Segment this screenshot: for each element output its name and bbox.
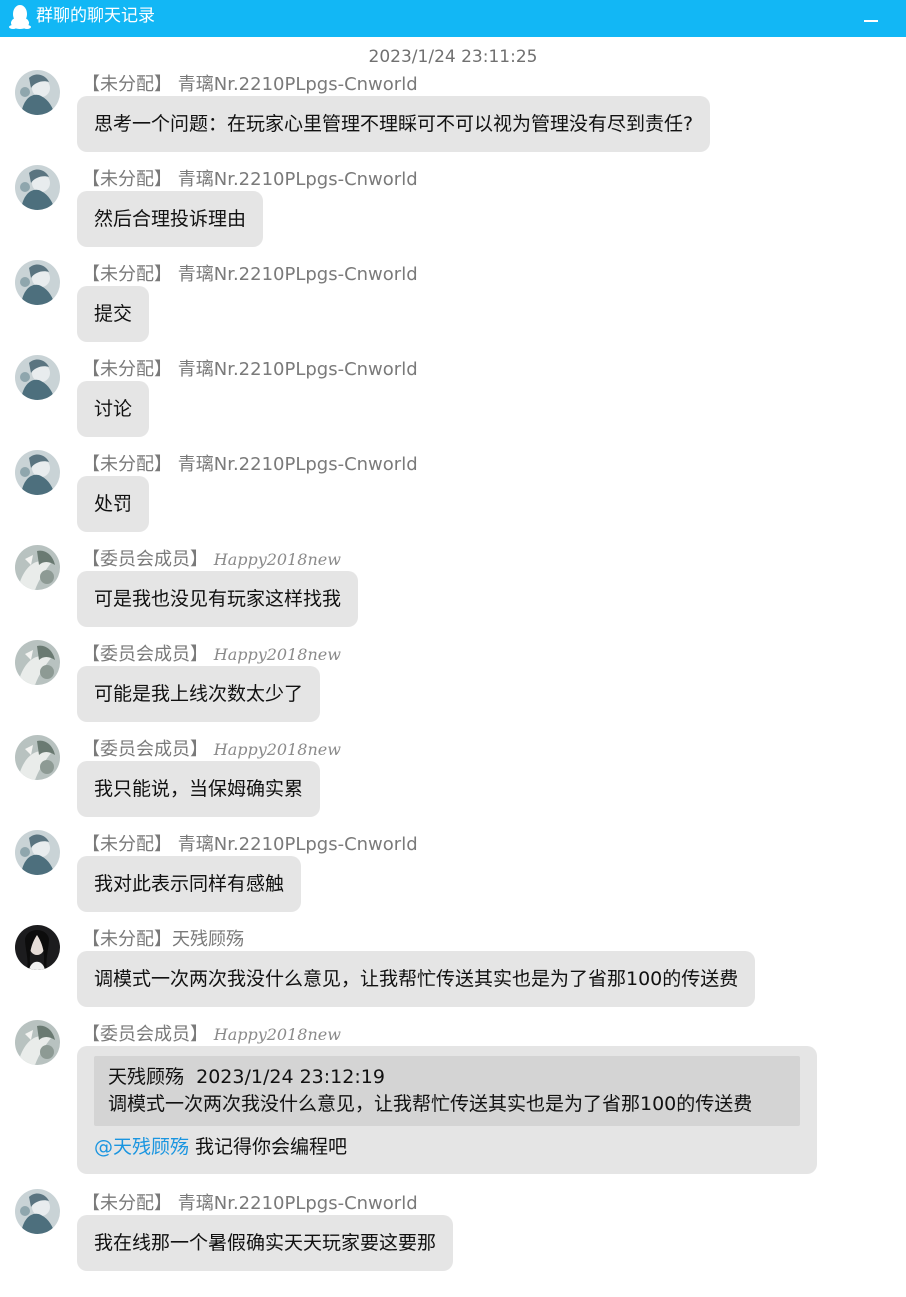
avatar[interactable] [15, 165, 60, 210]
qq-penguin-icon [9, 5, 31, 29]
sender-line: 【未分配】 青璃Nr.2210PLpgs-Cnworld [82, 1193, 418, 1215]
sender-line: 【未分配】 青璃Nr.2210PLpgs-Cnworld [82, 264, 418, 286]
avatar[interactable] [15, 70, 60, 115]
sender-line: 【未分配】 青璃Nr.2210PLpgs-Cnworld [82, 359, 418, 381]
message-bubble: 处罚 [77, 476, 150, 532]
reply-bubble: 天残顾殇 2023/1/24 23:12:19 调模式一次两次我没什么意见，让我… [77, 1046, 817, 1174]
sender-role: 【未分配】 [82, 169, 172, 190]
avatar[interactable] [15, 1189, 60, 1234]
avatar[interactable] [15, 1020, 60, 1065]
message-bubble: 思考一个问题：在玩家心里管理不理睬可不可以视为管理没有尽到责任? [77, 96, 711, 152]
sender-role: 【未分配】 [82, 834, 172, 855]
sender-name: 青璃Nr.2210PLpgs-Cnworld [177, 74, 418, 95]
sender-role: 【委员会成员】 [82, 1024, 208, 1045]
sender-line: 【未分配】 青璃Nr.2210PLpgs-Cnworld [82, 454, 418, 476]
sender-name: Happy2018new [213, 550, 341, 569]
avatar[interactable] [15, 260, 60, 305]
window-title: 群聊的聊天记录 [36, 6, 155, 26]
message-bubble: 我在线那一个暑假确实天天玩家要这要那 [77, 1215, 454, 1271]
sender-role: 【未分配】 [82, 454, 172, 475]
sender-line: 【委员会成员】 Happy2018new [82, 739, 341, 761]
sender-role: 【未分配】 [82, 359, 172, 380]
sender-name: Happy2018new [213, 1025, 341, 1044]
quote-header: 天残顾殇 2023/1/24 23:12:19 [108, 1064, 785, 1091]
sender-name: 青璃Nr.2210PLpgs-Cnworld [177, 834, 418, 855]
message-bubble: 讨论 [77, 381, 150, 437]
sender-name: Happy2018new [213, 740, 341, 759]
message-bubble: 可能是我上线次数太少了 [77, 666, 321, 722]
message-bubble: 我只能说，当保姆确实累 [77, 761, 321, 817]
quote-author: 天残顾殇 [108, 1066, 185, 1088]
reply-text-line: @天残顾殇 我记得你会编程吧 [94, 1134, 800, 1160]
sender-name: 青璃Nr.2210PLpgs-Cnworld [177, 169, 418, 190]
message-bubble: 可是我也没见有玩家这样找我 [77, 571, 359, 627]
sender-role: 【未分配】 [82, 74, 172, 95]
avatar[interactable] [15, 545, 60, 590]
sender-line: 【委员会成员】 Happy2018new [82, 549, 341, 571]
quoted-message[interactable]: 天残顾殇 2023/1/24 23:12:19 调模式一次两次我没什么意见，让我… [94, 1056, 800, 1126]
sender-name: Happy2018new [213, 645, 341, 664]
message-bubble: 然后合理投诉理由 [77, 191, 264, 247]
sender-role: 【未分配】 [82, 264, 172, 285]
sender-line: 【未分配】 青璃Nr.2210PLpgs-Cnworld [82, 834, 418, 856]
minimize-icon[interactable] [857, 10, 885, 30]
sender-name: 青璃Nr.2210PLpgs-Cnworld [177, 264, 418, 285]
sender-name: 天残顾殇 [172, 929, 244, 950]
chat-timestamp: 2023/1/24 23:11:25 [368, 47, 538, 67]
sender-line: 【委员会成员】 Happy2018new [82, 1024, 341, 1046]
sender-name: 青璃Nr.2210PLpgs-Cnworld [177, 1193, 418, 1214]
title-bar: 群聊的聊天记录 [0, 0, 906, 37]
sender-line: 【委员会成员】 Happy2018new [82, 644, 341, 666]
mention-link[interactable]: @天残顾殇 [94, 1136, 189, 1158]
sender-line: 【未分配】 青璃Nr.2210PLpgs-Cnworld [82, 74, 418, 96]
sender-name: 青璃Nr.2210PLpgs-Cnworld [177, 359, 418, 380]
avatar[interactable] [15, 925, 60, 970]
avatar[interactable] [15, 355, 60, 400]
message-bubble: 我对此表示同样有感触 [77, 856, 302, 912]
sender-role: 【委员会成员】 [82, 739, 208, 760]
sender-role: 【委员会成员】 [82, 644, 208, 665]
sender-role: 【未分配】 [82, 929, 172, 950]
message-bubble: 提交 [77, 286, 150, 342]
sender-line: 【未分配】 青璃Nr.2210PLpgs-Cnworld [82, 169, 418, 191]
sender-line: 【未分配】天残顾殇 [82, 929, 244, 951]
quote-time: 2023/1/24 23:12:19 [196, 1066, 385, 1088]
avatar[interactable] [15, 735, 60, 780]
quote-text: 调模式一次两次我没什么意见，让我帮忙传送其实也是为了省那100的传送费 [108, 1093, 753, 1115]
sender-name: 青璃Nr.2210PLpgs-Cnworld [177, 454, 418, 475]
reply-text: 我记得你会编程吧 [189, 1136, 348, 1158]
avatar[interactable] [15, 830, 60, 875]
sender-role: 【未分配】 [82, 1193, 172, 1214]
avatar[interactable] [15, 640, 60, 685]
message-bubble: 调模式一次两次我没什么意见，让我帮忙传送其实也是为了省那100的传送费 [77, 951, 756, 1007]
avatar[interactable] [15, 450, 60, 495]
sender-role: 【委员会成员】 [82, 549, 208, 570]
